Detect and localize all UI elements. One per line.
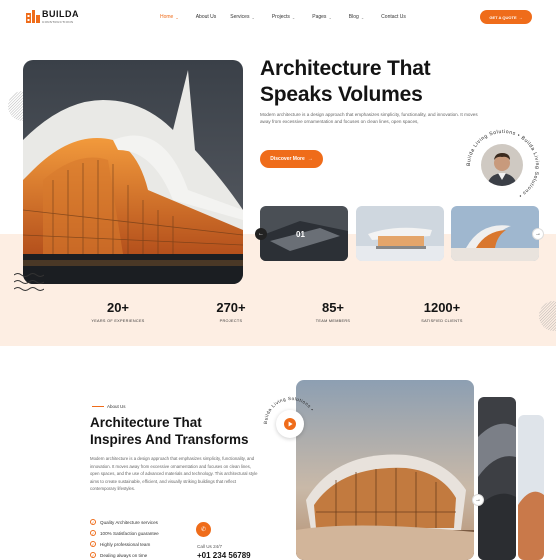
nav-item-services[interactable]: Services ⌄ xyxy=(230,14,255,20)
brand-tagline: CONSTRUCTIONS xyxy=(42,20,74,24)
check-icon: ✓ xyxy=(90,541,96,547)
slide-number: 01 xyxy=(296,230,305,239)
play-icon xyxy=(284,418,296,430)
feature-item: ✓ 100% Satisfaction guarantee xyxy=(90,530,159,536)
discover-more-button[interactable]: Discover More → xyxy=(260,150,323,168)
stat-label-clients: SATISFIED CLIENTS xyxy=(421,319,463,323)
check-icon: ✓ xyxy=(90,552,96,558)
chevron-down-icon: ⌄ xyxy=(175,14,179,20)
about-title: Architecture That Inspires And Transform… xyxy=(90,415,249,447)
nav-item-projects[interactable]: Projects ⌄ xyxy=(272,14,295,20)
architect-avatar xyxy=(479,142,525,188)
stat-value-projects: 270+ xyxy=(216,300,246,315)
stat-label-team: TEAM MEMBERS xyxy=(315,319,351,323)
hatched-circle-decoration xyxy=(539,301,556,331)
about-section-tag: About Us xyxy=(92,404,126,409)
chevron-down-icon: ⌄ xyxy=(360,14,365,20)
about-side-image xyxy=(518,415,544,560)
nav-item-blog[interactable]: Blog ⌄ xyxy=(349,14,364,20)
stat-value-team: 85+ xyxy=(321,300,345,315)
stat-label-projects: PROJECTS xyxy=(219,319,243,323)
stat-value-clients: 1200+ xyxy=(423,300,461,315)
feature-item: ✓ Quality Architecture services xyxy=(90,519,158,525)
hero-title: Architecture That Speaks Volumes xyxy=(260,57,431,106)
main-nav: Home ⌄ About Us Services ⌄ Projects ⌄ Pages… xyxy=(160,14,406,20)
chevron-down-icon: ⌄ xyxy=(251,14,255,20)
arrow-right-icon: → xyxy=(475,497,481,503)
nav-item-contact[interactable]: Contact Us xyxy=(381,14,406,20)
logo-icon[interactable] xyxy=(26,10,40,23)
wave-lines-decoration xyxy=(14,273,44,291)
slider-next-button[interactable]: → xyxy=(532,228,544,240)
check-icon: ✓ xyxy=(90,519,96,525)
project-slide-3[interactable] xyxy=(451,206,539,261)
chevron-down-icon: ⌄ xyxy=(291,14,296,20)
feature-item: ✓ Highly professional team xyxy=(90,541,151,547)
project-slide-2[interactable] xyxy=(356,206,444,261)
arrow-right-icon: → xyxy=(535,231,541,237)
nav-item-about[interactable]: About Us xyxy=(196,14,217,20)
arrow-right-icon: → xyxy=(518,14,523,20)
about-description: Modern architecture is a design approach… xyxy=(90,456,258,492)
hero-description: Modern architecture is a design approach… xyxy=(260,112,478,124)
arrow-left-icon: ← xyxy=(258,231,264,237)
nav-item-home[interactable]: Home ⌄ xyxy=(160,14,179,20)
get-a-quote-button[interactable]: GET A QUOTE → xyxy=(480,10,532,24)
play-video-button[interactable] xyxy=(276,410,304,438)
call-number[interactable]: +01 234 56789 xyxy=(197,551,251,560)
hatched-circle-decoration xyxy=(8,91,25,121)
call-label: Call Us 24/7 xyxy=(197,544,223,549)
stat-label-years: YEARS OF EXPERIENCES xyxy=(91,319,145,323)
feature-item: ✓ Dealing always on time xyxy=(90,552,148,558)
about-building-image xyxy=(296,380,474,560)
nav-item-pages[interactable]: Pages ⌄ xyxy=(312,14,332,20)
hero-building-image xyxy=(23,60,243,284)
gallery-next-button[interactable]: → xyxy=(472,494,484,506)
brand-name[interactable]: BUILDA xyxy=(42,9,79,19)
arrow-right-icon: → xyxy=(307,156,313,162)
stat-value-years: 20+ xyxy=(106,300,130,315)
phone-icon[interactable]: ✆ xyxy=(196,522,211,537)
slider-prev-button[interactable]: ← xyxy=(255,228,267,240)
check-icon: ✓ xyxy=(90,530,96,536)
about-side-image xyxy=(478,397,516,560)
tag-dash xyxy=(92,406,104,407)
chevron-down-icon: ⌄ xyxy=(328,14,332,20)
